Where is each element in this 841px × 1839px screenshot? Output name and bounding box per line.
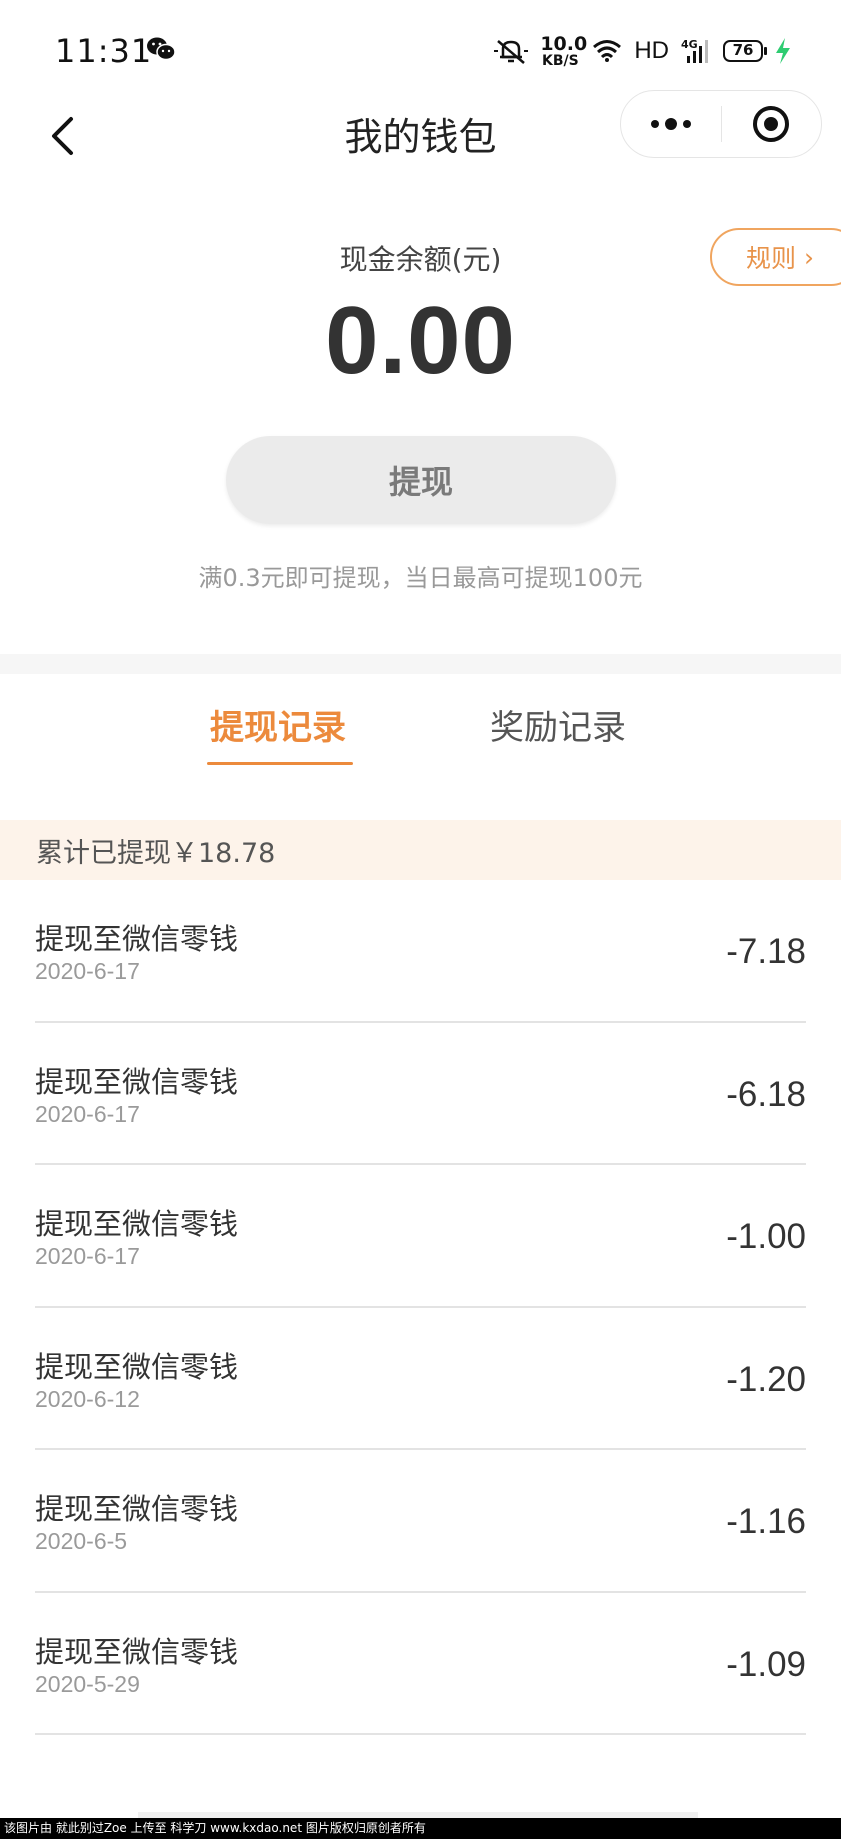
record-title: 提现至微信零钱 [35, 1207, 239, 1241]
list-item[interactable]: 提现至微信零钱 2020-6-12 -1.20 [0, 1308, 841, 1450]
record-title: 提现至微信零钱 [35, 1064, 239, 1099]
close-target-icon [753, 106, 790, 142]
tab-withdraw-records[interactable]: 提现记录 [210, 700, 346, 749]
battery-icon: 76 [723, 40, 767, 62]
list-item[interactable]: 提现至微信零钱 2020-6-17 -7.18 [0, 880, 841, 1023]
more-button[interactable] [621, 91, 721, 157]
list-item[interactable]: 提现至微信零钱 2020-6-17 -1.00 [0, 1165, 841, 1308]
record-title: 提现至微信零钱 [35, 922, 239, 956]
balance-label: 现金余额(元) [339, 243, 502, 276]
charging-icon [776, 38, 790, 64]
mute-bell-icon [494, 40, 529, 64]
withdraw-record-list: 提现至微信零钱 2020-6-17 -7.18 提现至微信零钱 2020-6-1… [0, 880, 841, 1735]
record-title: 提现至微信零钱 [35, 1492, 239, 1526]
record-amount: -1.00 [726, 1217, 806, 1256]
record-amount: -1.16 [726, 1502, 806, 1541]
signal-icon: 4G [681, 38, 708, 63]
total-withdrawn-text: 累计已提现￥18.78 [36, 837, 276, 869]
nav-bar: 我的钱包 [0, 90, 841, 190]
record-date: 2020-6-12 [35, 1385, 140, 1412]
record-tabs: 提现记录 奖励记录 [0, 700, 841, 770]
close-miniprogram-button[interactable] [722, 91, 822, 157]
record-amount: -7.18 [726, 932, 806, 971]
more-dots-icon [650, 118, 691, 130]
record-date: 2020-6-5 [35, 1528, 128, 1554]
section-divider [0, 654, 841, 674]
net-speed: 10.0 KB/S [540, 32, 588, 69]
wechat-icon [147, 37, 176, 61]
record-title: 提现至微信零钱 [35, 1634, 239, 1669]
divider [35, 1733, 806, 1735]
status-bar: 11:31 10.0 KB/S HD 4G 76 [0, 0, 841, 100]
list-item[interactable]: 提现至微信零钱 2020-6-17 -6.18 [0, 1023, 841, 1165]
status-icons: 10.0 KB/S HD 4G 76 [494, 34, 791, 68]
record-date: 2020-6-17 [35, 1100, 140, 1127]
withdraw-button[interactable]: 提现 [226, 436, 616, 524]
hd-label: HD [634, 37, 669, 64]
list-item[interactable]: 提现至微信零钱 2020-5-29 -1.09 [0, 1593, 841, 1735]
total-withdrawn-bar: 累计已提现￥18.78 [0, 820, 841, 880]
record-title: 提现至微信零钱 [35, 1349, 239, 1384]
net-speed-unit: KB/S [541, 52, 579, 69]
svg-text:4G: 4G [681, 38, 698, 51]
balance-amount: 0.00 [325, 287, 516, 394]
withdraw-note: 满0.3元即可提现，当日最高可提现100元 [198, 564, 643, 592]
wallet-page: 11:31 10.0 KB/S HD 4G 76 我的钱包 规则 › 现金余额(… [0, 0, 841, 1839]
record-amount: -1.20 [726, 1359, 806, 1399]
wifi-icon [593, 40, 622, 62]
record-date: 2020-6-17 [35, 958, 140, 984]
record-date: 2020-6-17 [35, 1243, 140, 1269]
watermark-text: 该图片由 就此别过Zoe 上传至 科学刀 www.kxdao.net 图片版权归… [0, 1818, 841, 1839]
miniprogram-capsule [620, 90, 822, 158]
record-amount: -6.18 [726, 1074, 806, 1114]
net-speed-value: 10.0 [540, 32, 588, 55]
tab-reward-records[interactable]: 奖励记录 [490, 700, 626, 749]
active-tab-indicator [207, 762, 353, 765]
list-item[interactable]: 提现至微信零钱 2020-6-5 -1.16 [0, 1450, 841, 1593]
record-date: 2020-5-29 [35, 1670, 140, 1697]
status-time: 11:31 [55, 32, 153, 70]
record-amount: -1.09 [726, 1644, 806, 1684]
